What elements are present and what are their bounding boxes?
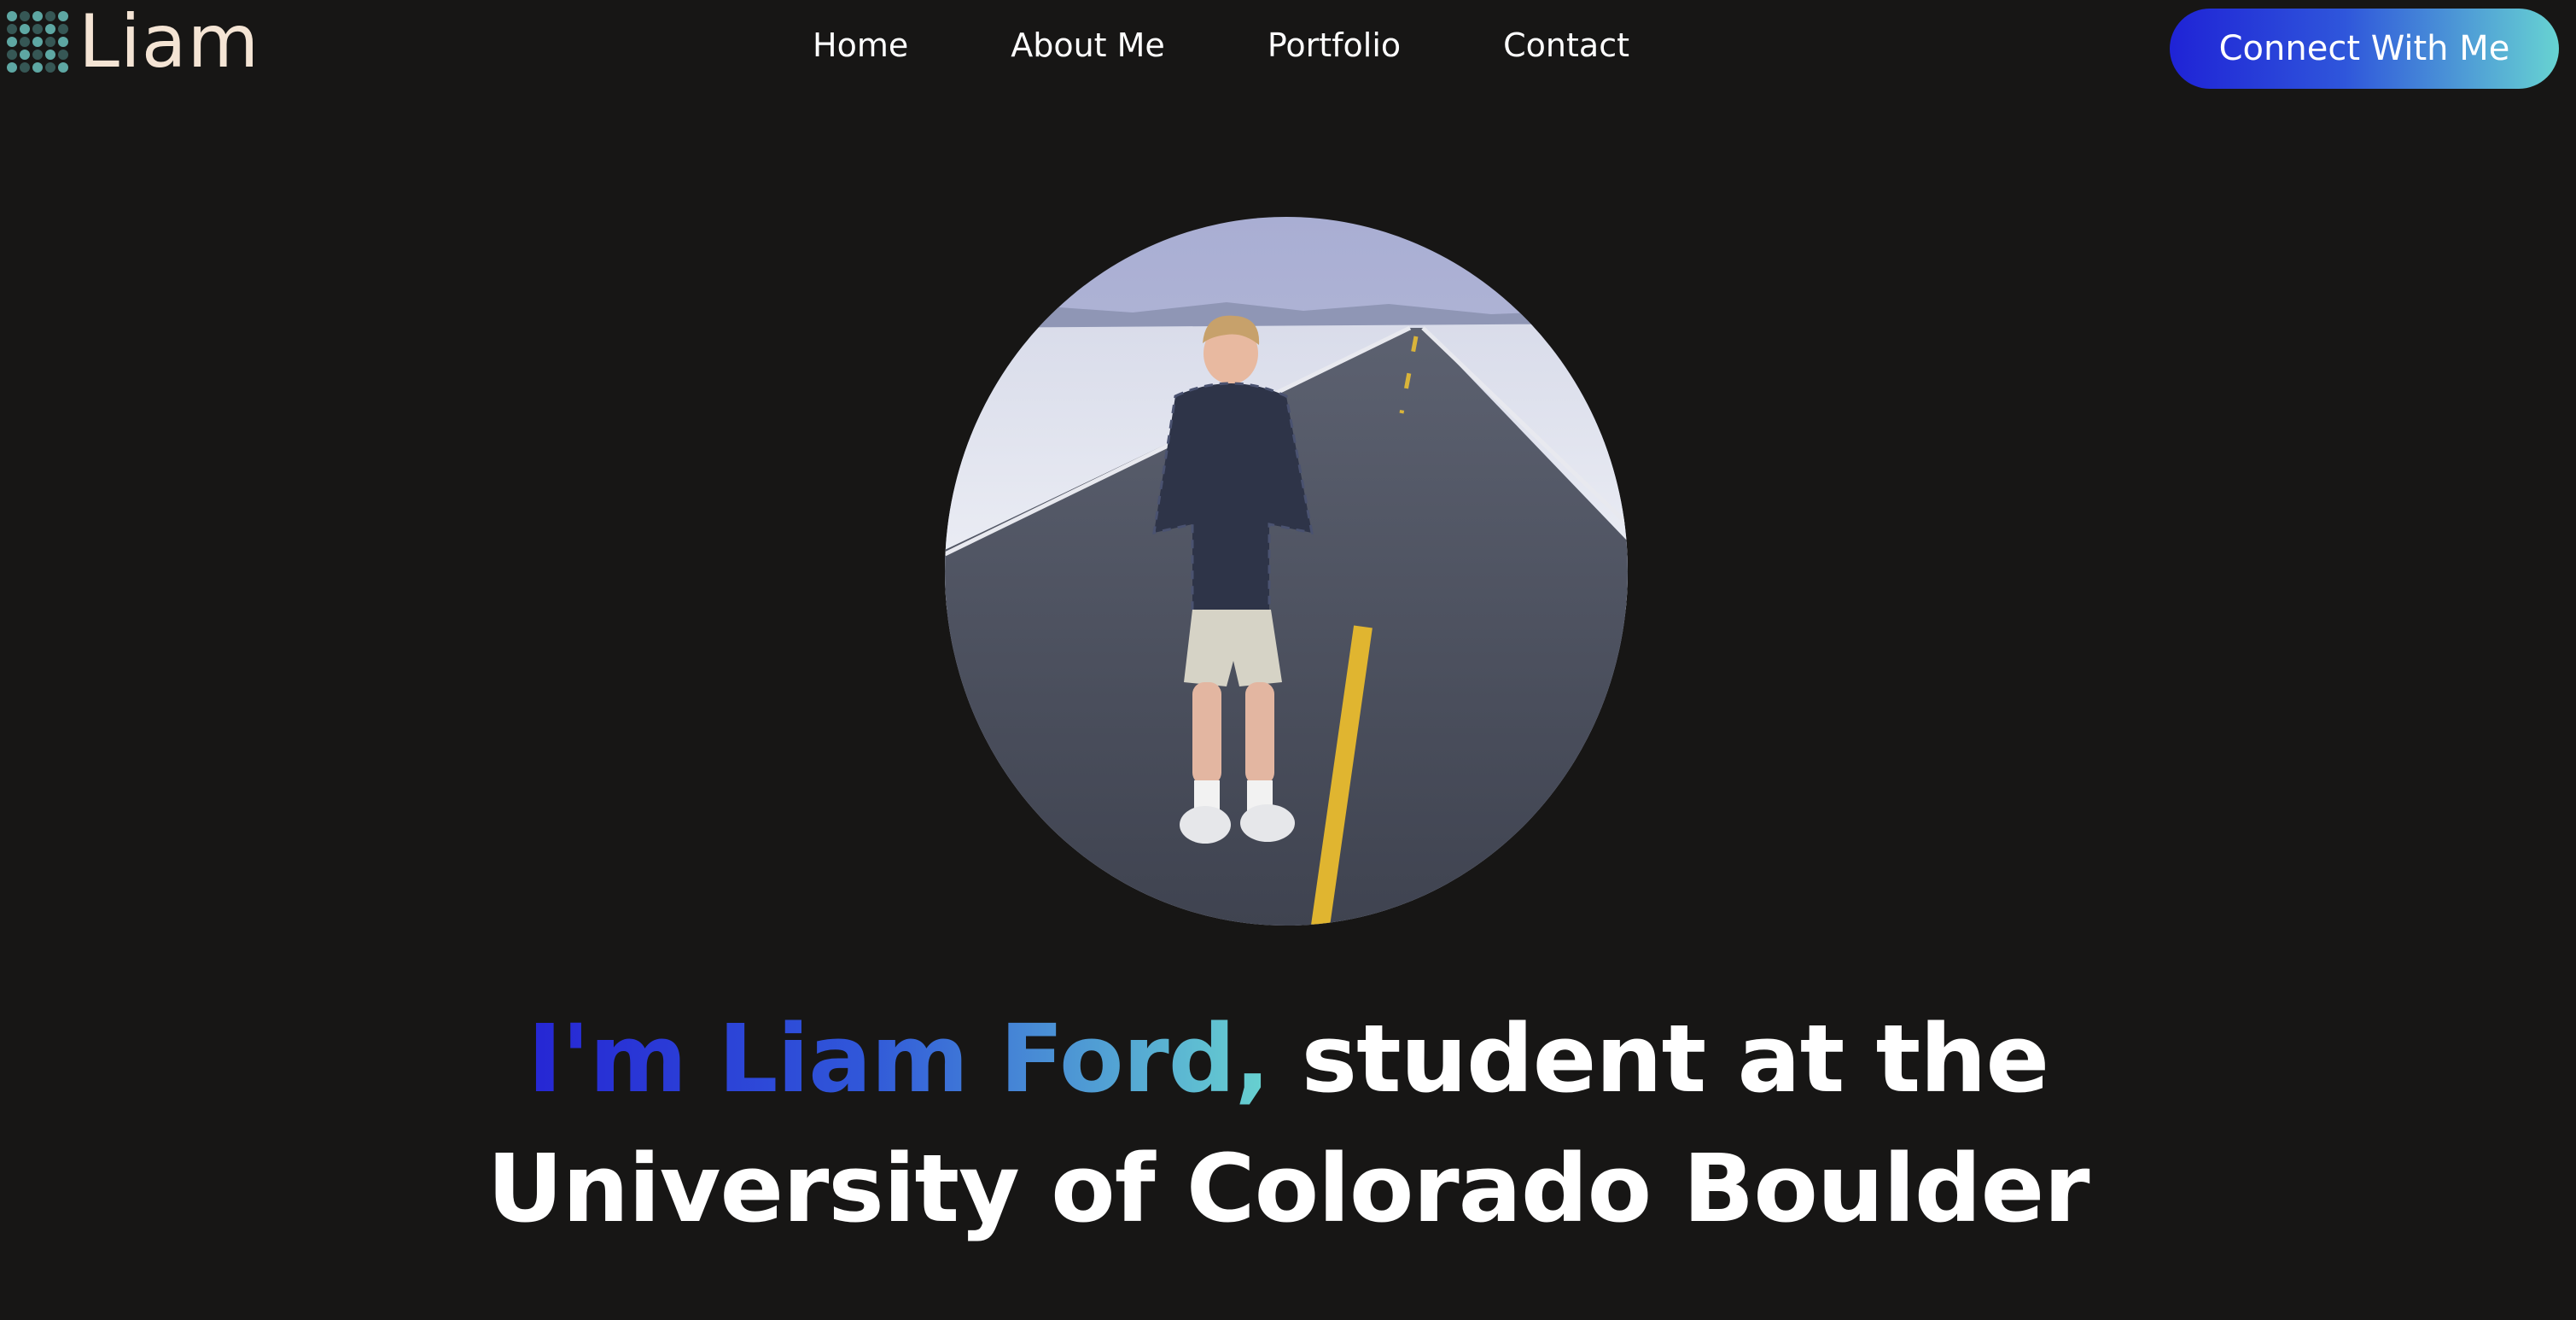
nav-contact[interactable]: Contact (1503, 26, 1629, 65)
hero-headline: I'm Liam Ford, student at the University… (0, 994, 2576, 1253)
headline-highlight: I'm Liam Ford, (527, 1004, 1270, 1113)
profile-photo-image (945, 217, 1628, 926)
logo-text: Liam (79, 0, 260, 85)
headline-line1-rest: student at the (1269, 1004, 2050, 1113)
main-nav: Home About Me Portfolio Contact (813, 26, 1629, 65)
headline-line2: University of Colorado Boulder (487, 1134, 2089, 1243)
logo-link[interactable]: Liam (7, 5, 259, 79)
connect-button[interactable]: Connect With Me (2170, 9, 2559, 89)
nav-about-me[interactable]: About Me (1011, 26, 1165, 65)
nav-portfolio[interactable]: Portfolio (1268, 26, 1401, 65)
dot-grid-logo-icon (7, 11, 68, 73)
profile-photo (945, 217, 1628, 926)
nav-home[interactable]: Home (813, 26, 908, 65)
page: Liam Home About Me Portfolio Contact Con… (0, 0, 2576, 1320)
